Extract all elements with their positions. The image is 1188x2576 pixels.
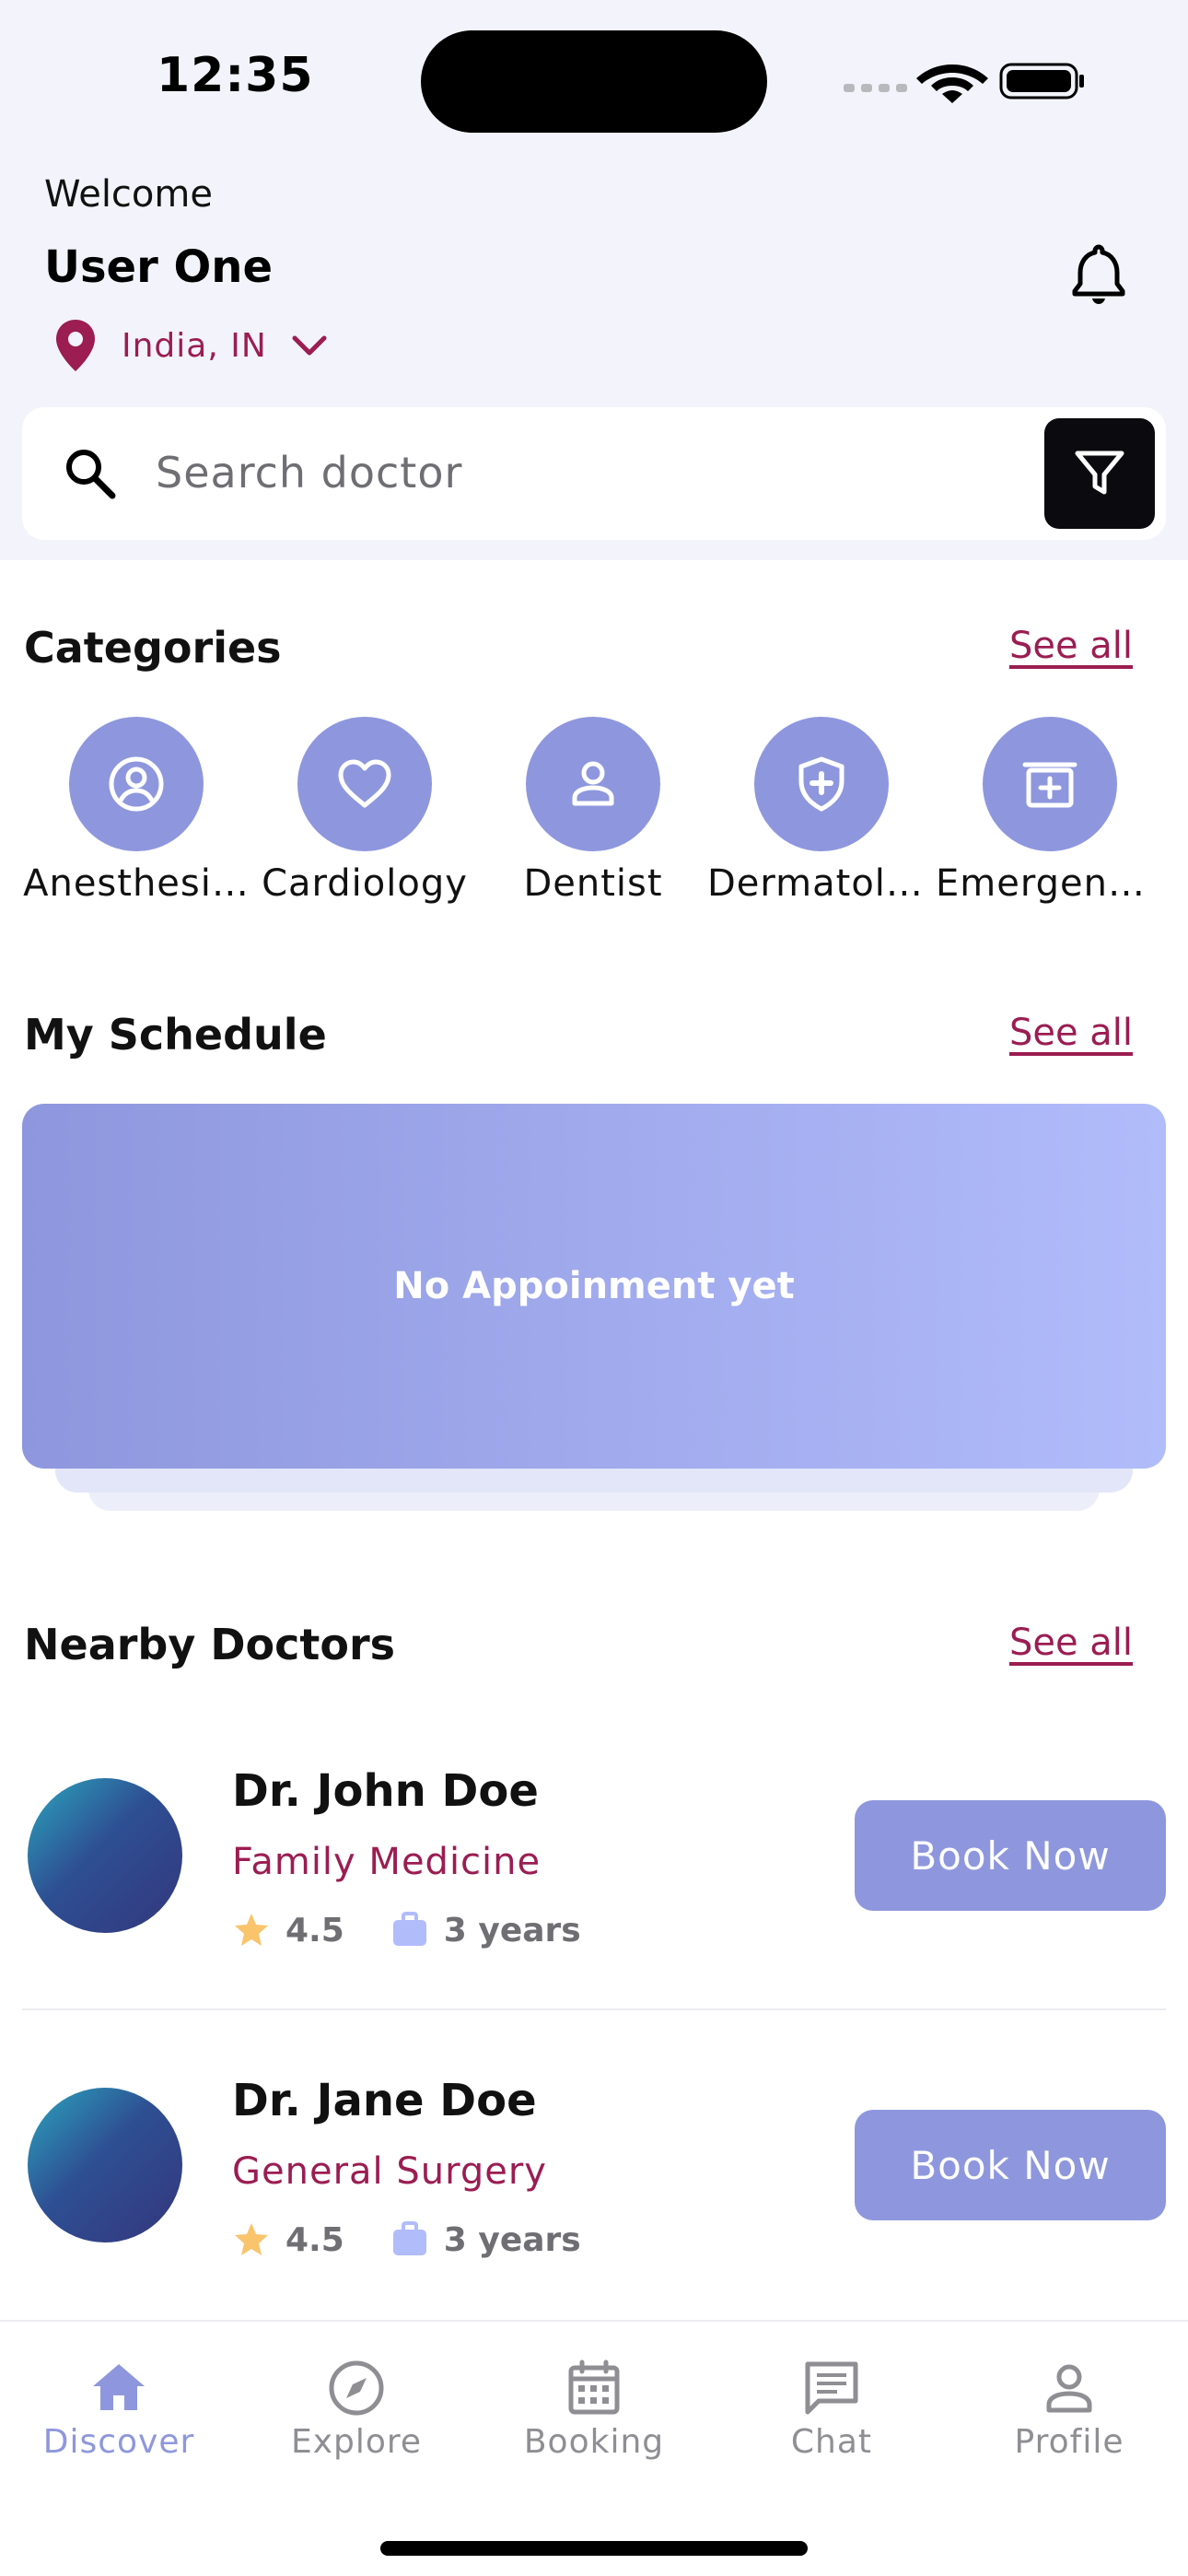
location-selector[interactable]: India, IN: [53, 318, 330, 373]
doctor-rating: 4.5: [285, 1911, 344, 1950]
tab-profile[interactable]: Profile: [950, 2357, 1188, 2461]
notification-bell-icon[interactable]: [1068, 241, 1129, 306]
user-circle-icon: [109, 756, 164, 812]
filter-icon: [1075, 451, 1124, 495]
schedule-card[interactable]: No Appoinment yet: [22, 1104, 1166, 1469]
chevron-down-icon: [292, 335, 327, 356]
doctor-avatar: [28, 1778, 182, 1933]
doctor-meta: 4.5 3 years: [232, 1907, 581, 1953]
search-input[interactable]: Search doctor: [156, 448, 462, 498]
categories-title: Categories: [24, 623, 282, 673]
tab-booking[interactable]: Booking: [475, 2357, 713, 2461]
shield-plus-icon: [798, 756, 844, 812]
doctor-meta: 4.5 3 years: [232, 2217, 581, 2263]
category-label: Dentist: [523, 862, 663, 905]
wifi-icon: [916, 64, 988, 103]
category-dermatology[interactable]: Dermatolo…: [707, 717, 936, 905]
nearby-doctors-title: Nearby Doctors: [24, 1620, 396, 1669]
first-aid-box-icon: [1022, 762, 1077, 808]
tab-discover[interactable]: Discover: [0, 2357, 238, 2461]
tab-chat[interactable]: Chat: [713, 2357, 950, 2461]
location-text: India, IN: [122, 326, 267, 365]
category-cardiology[interactable]: Cardiology: [250, 717, 479, 905]
list-divider: [22, 2008, 1166, 2010]
nearby-see-all-link[interactable]: See all: [1009, 1622, 1133, 1664]
header-area: 12:35 Welcome User One India, IN Search …: [0, 0, 1188, 560]
book-now-button[interactable]: Book Now: [855, 2110, 1166, 2220]
doctor-rating: 4.5: [285, 2220, 344, 2259]
doctor-specialty: General Surgery: [232, 2150, 547, 2193]
chat-icon: [805, 2361, 858, 2415]
home-icon: [93, 2364, 145, 2410]
briefcase-icon: [392, 2221, 426, 2255]
tab-label: Chat: [790, 2423, 873, 2461]
welcome-text: Welcome: [44, 173, 213, 216]
tab-explore[interactable]: Explore: [238, 2357, 475, 2461]
category-label: Cardiology: [262, 862, 468, 905]
user-name: User One: [44, 241, 274, 293]
category-anesthesiology[interactable]: Anesthesi…: [22, 717, 250, 905]
doctor-specialty: Family Medicine: [232, 1841, 542, 1883]
categories-see-all-link[interactable]: See all: [1009, 625, 1133, 667]
category-label: Dermatolo…: [707, 862, 936, 905]
category-dentist[interactable]: Dentist: [479, 717, 707, 905]
person-icon: [572, 761, 614, 806]
filter-button[interactable]: [1044, 418, 1155, 529]
doctor-name: Dr. Jane Doe: [232, 2075, 537, 2126]
doctor-avatar: [28, 2088, 182, 2242]
status-time: 12:35: [157, 48, 314, 103]
profile-icon: [1046, 2364, 1092, 2413]
star-icon: [235, 2223, 268, 2255]
category-emergency[interactable]: Emergenc…: [936, 717, 1164, 905]
book-now-button[interactable]: Book Now: [855, 1800, 1166, 1911]
doctor-experience: 3 years: [443, 2220, 581, 2259]
calendar-icon: [568, 2359, 620, 2415]
tab-label: Booking: [523, 2423, 665, 2461]
tab-label: Profile: [1014, 2423, 1124, 2461]
schedule-title: My Schedule: [24, 1010, 327, 1060]
status-icons: [844, 63, 1084, 103]
dynamic-island: [421, 30, 767, 133]
battery-icon: [999, 63, 1084, 100]
location-pin-icon: [56, 320, 95, 371]
doctor-name: Dr. John Doe: [232, 1765, 539, 1817]
search-icon: [66, 450, 116, 499]
doctor-card[interactable]: Dr. John Doe Family Medicine 4.5 3 years…: [22, 1765, 1166, 2055]
schedule-empty-text: No Appoinment yet: [393, 1265, 795, 1307]
briefcase-icon: [392, 1912, 426, 1946]
star-icon: [235, 1914, 268, 1946]
tab-label: Discover: [42, 2423, 195, 2461]
bottom-tab-bar: Discover Explore Booking Chat Profile: [0, 2320, 1188, 2576]
search-bar[interactable]: Search doctor: [22, 407, 1166, 540]
app-screen: 12:35 Welcome User One India, IN Search …: [0, 0, 1188, 2576]
tab-label: Explore: [290, 2423, 423, 2461]
schedule-see-all-link[interactable]: See all: [1009, 1012, 1133, 1054]
category-label: Anesthesi…: [23, 862, 250, 905]
category-label: Emergenc…: [936, 862, 1164, 905]
home-indicator: [380, 2541, 808, 2556]
cellular-signal-icon: [844, 84, 907, 92]
heart-icon: [338, 759, 391, 808]
doctor-experience: 3 years: [443, 1911, 581, 1950]
compass-icon: [329, 2360, 384, 2416]
